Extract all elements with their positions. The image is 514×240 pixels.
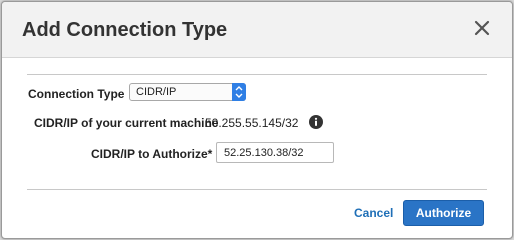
add-connection-type-dialog: Add Connection Type Connection Type CIDR… (1, 1, 513, 239)
authorize-button[interactable]: Authorize (403, 200, 484, 226)
current-machine-label: CIDR/IP of your current machine (34, 116, 219, 130)
cancel-button[interactable]: Cancel (354, 206, 393, 220)
current-machine-value: 50.255.55.145/32 (205, 116, 299, 130)
connection-type-select[interactable]: CIDR/IP (129, 83, 246, 101)
connection-type-selected-value: CIDR/IP (136, 86, 177, 98)
connection-type-label: Connection Type (28, 87, 125, 101)
dialog-title: Add Connection Type (22, 19, 228, 41)
close-icon[interactable] (472, 18, 492, 38)
info-icon[interactable] (309, 115, 323, 129)
authorize-cidr-label: CIDR/IP to Authorize* (91, 147, 213, 161)
select-arrows-icon (232, 83, 246, 101)
authorize-cidr-input[interactable] (216, 142, 334, 163)
top-divider (27, 74, 487, 75)
bottom-divider (27, 189, 487, 190)
dialog-header: Add Connection Type (2, 2, 512, 58)
